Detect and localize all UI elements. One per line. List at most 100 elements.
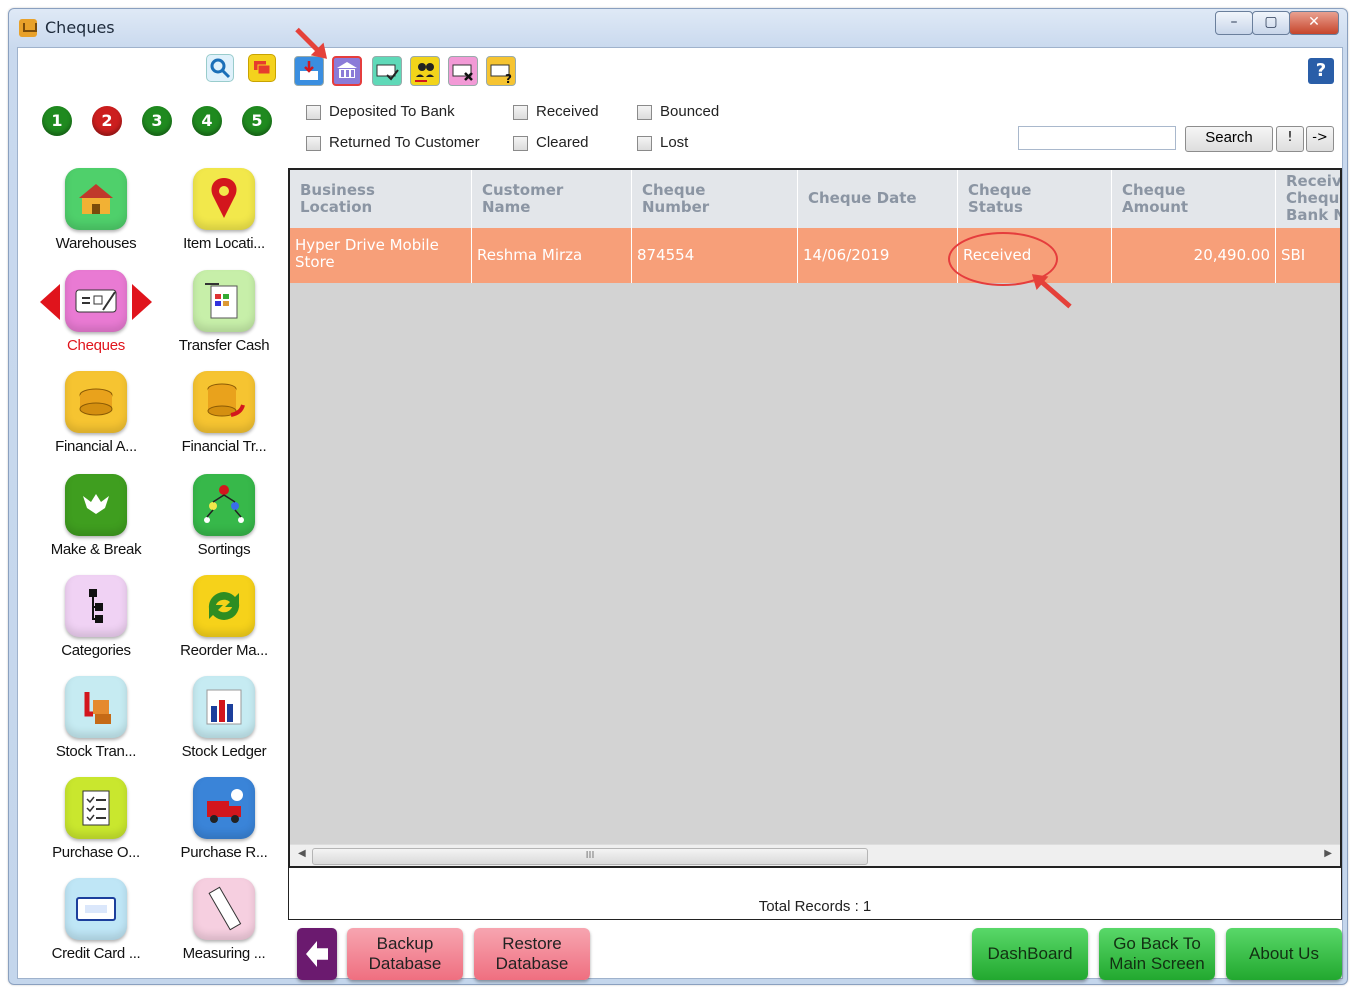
checkbox-label: Deposited To Bank: [329, 103, 455, 120]
tile-item-location[interactable]: Item Locati...: [160, 168, 280, 268]
minimize-button[interactable]: –: [1215, 11, 1253, 35]
horizontal-scrollbar[interactable]: ◀ III ▶: [290, 844, 1340, 866]
cheque-toolbar: ? ? Deposited To Bank Received Bounced R…: [288, 48, 1342, 168]
step-4-button[interactable]: 4: [192, 106, 222, 136]
next-button[interactable]: ->: [1306, 126, 1334, 152]
tile-sortings[interactable]: Sortings: [160, 474, 280, 574]
tile-reorder[interactable]: Reorder Ma...: [160, 575, 280, 675]
tile-label: Item Locati...: [183, 235, 265, 252]
filter-cleared[interactable]: Cleared: [513, 134, 589, 151]
filter-lost[interactable]: Lost: [637, 134, 688, 151]
close-button[interactable]: ✕: [1289, 11, 1339, 35]
cheque-bounced-icon[interactable]: [448, 56, 478, 86]
tile-stock-transfer[interactable]: Stock Tran...: [32, 676, 152, 776]
step-5-button[interactable]: 5: [242, 106, 272, 136]
tile-purchase-order[interactable]: Purchase O...: [32, 777, 152, 877]
cell-cheque-date: 14/06/2019: [798, 228, 958, 283]
step-2-button[interactable]: 2: [92, 106, 122, 136]
window-title: Cheques: [45, 18, 115, 37]
ruler-icon: [193, 878, 255, 940]
column-header-cheque-amount[interactable]: Cheque Amount: [1112, 170, 1276, 228]
about-us-button[interactable]: About Us: [1226, 928, 1342, 980]
column-header-cheque-date[interactable]: Cheque Date: [798, 170, 958, 228]
cart-icon: [19, 19, 37, 37]
scroll-right-arrow-icon[interactable]: ▶: [1324, 848, 1332, 859]
tile-warehouses[interactable]: Warehouses: [32, 168, 152, 268]
warehouse-icon: [65, 168, 127, 230]
search-input[interactable]: [1018, 126, 1176, 150]
windows-icon[interactable]: [248, 54, 276, 82]
backup-database-button[interactable]: Backup Database: [347, 928, 463, 980]
step-1-button[interactable]: 1: [42, 106, 72, 136]
cheque-received-icon[interactable]: [372, 56, 402, 86]
return-customer-icon[interactable]: [410, 56, 440, 86]
scroll-thumb[interactable]: III: [312, 848, 868, 865]
cell-customer-name: Reshma Mirza: [472, 228, 632, 283]
checkbox-label: Received: [536, 103, 599, 120]
tile-financial-transfer[interactable]: Financial Tr...: [160, 371, 280, 471]
checkbox-label: Cleared: [536, 134, 589, 151]
cell-cheque-number: 874554: [632, 228, 798, 283]
tile-measuring[interactable]: Measuring ...: [160, 878, 280, 978]
tile-purchase-return[interactable]: Purchase R...: [160, 777, 280, 877]
step-3-button[interactable]: 3: [142, 106, 172, 136]
tile-financial-accounts[interactable]: Financial A...: [32, 371, 152, 471]
checkbox[interactable]: [513, 135, 528, 151]
checkbox[interactable]: [637, 104, 652, 120]
cheque-lost-icon[interactable]: ?: [486, 56, 516, 86]
checkbox[interactable]: [306, 135, 321, 151]
maximize-button[interactable]: ▢: [1252, 11, 1290, 35]
tile-cheques[interactable]: Cheques: [32, 270, 152, 370]
coins-icon: [65, 371, 127, 433]
column-header-cheque-status[interactable]: Cheque Status: [958, 170, 1112, 228]
help-button[interactable]: ?: [1308, 58, 1334, 84]
filter-bounced[interactable]: Bounced: [637, 103, 719, 120]
cheque-icon: [65, 270, 127, 332]
exclaim-button[interactable]: !: [1276, 126, 1304, 152]
dashboard-button[interactable]: DashBoard: [972, 928, 1088, 980]
client-area: 1 2 3 4 5 Warehouses Item Locati... Cheq…: [17, 47, 1343, 980]
tile-label: Credit Card ...: [51, 945, 141, 962]
tile-make-break[interactable]: Make & Break: [32, 474, 152, 574]
scroll-left-arrow-icon[interactable]: ◀: [298, 848, 306, 859]
tile-label: Financial A...: [55, 438, 137, 455]
magnifier-icon[interactable]: [206, 54, 234, 82]
checkbox-label: Lost: [660, 134, 689, 151]
checklist-icon: [65, 777, 127, 839]
stock-transfer-icon: [65, 676, 127, 738]
tile-label: Financial Tr...: [181, 438, 267, 455]
categories-icon: [65, 575, 127, 637]
tile-stock-ledger[interactable]: Stock Ledger: [160, 676, 280, 776]
bar-chart-icon: [193, 676, 255, 738]
back-arrow-button[interactable]: [297, 928, 337, 980]
table-row[interactable]: Hyper Drive Mobile Store Reshma Mirza 87…: [290, 228, 1340, 283]
title-bar: Cheques – ▢ ✕: [9, 9, 1347, 45]
column-header-business-location[interactable]: Business Location: [290, 170, 472, 228]
checkbox[interactable]: [637, 135, 652, 151]
tile-categories[interactable]: Categories: [32, 575, 152, 675]
bank-icon[interactable]: [332, 56, 362, 86]
tile-label: Sortings: [197, 541, 251, 558]
go-back-main-button[interactable]: Go Back To Main Screen: [1099, 928, 1215, 980]
checkbox[interactable]: [306, 104, 321, 120]
filter-returned-to-customer[interactable]: Returned To Customer: [306, 134, 480, 151]
search-button[interactable]: Search: [1185, 126, 1273, 152]
filter-received[interactable]: Received: [513, 103, 599, 120]
cell-cheque-amount: 20,490.00: [1112, 228, 1276, 283]
tile-label: Stock Ledger: [181, 743, 267, 760]
grid-header: Business Location Customer Name Cheque N…: [290, 170, 1340, 228]
column-header-receive-cheque-bank[interactable]: Receive Cheque Bank N: [1276, 170, 1340, 228]
make-break-icon: [65, 474, 127, 536]
column-header-cheque-number[interactable]: Cheque Number: [632, 170, 798, 228]
tile-transfer-cash[interactable]: Transfer Cash: [160, 270, 280, 370]
filter-deposited-to-bank[interactable]: Deposited To Bank: [306, 103, 455, 120]
tile-label: Purchase R...: [180, 844, 268, 861]
total-records: Total Records : 1: [758, 898, 872, 915]
cell-business-location: Hyper Drive Mobile Store: [290, 228, 472, 283]
column-header-customer-name[interactable]: Customer Name: [472, 170, 632, 228]
restore-database-button[interactable]: Restore Database: [474, 928, 590, 980]
tile-credit-card[interactable]: Credit Card ...: [32, 878, 152, 978]
cheques-grid: Business Location Customer Name Cheque N…: [288, 168, 1342, 868]
checkbox[interactable]: [513, 104, 528, 120]
records-footer: Total Records : 1: [288, 868, 1342, 920]
